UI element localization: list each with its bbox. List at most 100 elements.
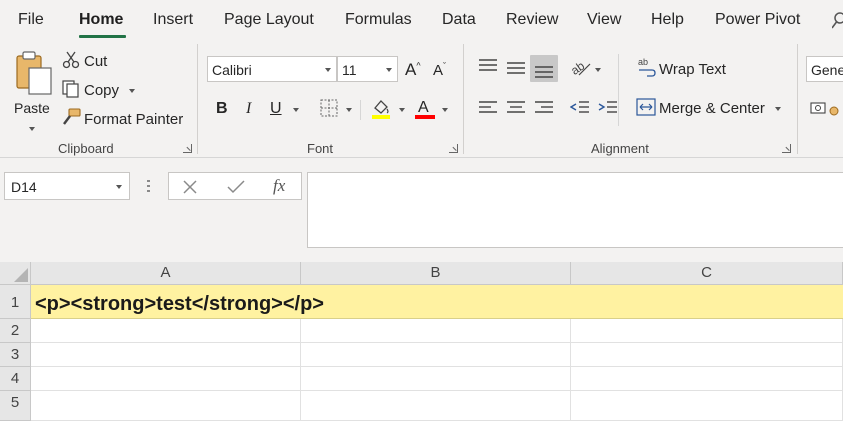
clipboard-launcher-icon[interactable]: [183, 144, 192, 153]
svg-text:A: A: [418, 99, 429, 116]
font-color-icon[interactable]: A: [414, 97, 436, 119]
row-header-2[interactable]: 2: [0, 319, 31, 343]
tab-data[interactable]: Data: [442, 11, 476, 29]
borders-icon[interactable]: [320, 99, 338, 117]
align-right-icon[interactable]: [534, 100, 554, 116]
top-align-icon[interactable]: [478, 58, 498, 74]
fill-color-icon[interactable]: [371, 97, 391, 119]
orientation-dropdown-icon[interactable]: [595, 68, 601, 72]
divider: [360, 100, 361, 120]
row-header-1[interactable]: 1: [0, 285, 31, 319]
decrease-indent-icon[interactable]: [570, 100, 590, 116]
tab-formulas[interactable]: Formulas: [345, 11, 412, 29]
worksheet-grid: A B C 1 2 3 4 5 <p><strong>test</strong>…: [0, 262, 843, 421]
cell-c2[interactable]: [571, 319, 843, 343]
cell-b1[interactable]: [301, 285, 571, 319]
ribbon: Paste Cut Copy Format Painter Clipboard …: [0, 40, 843, 158]
enter-check-icon[interactable]: [227, 180, 245, 194]
orientation-icon[interactable]: ab: [570, 58, 592, 78]
paste-icon: [16, 51, 52, 95]
merge-center-button[interactable]: Merge & Center: [659, 100, 765, 117]
tab-review[interactable]: Review: [506, 11, 558, 29]
font-group-label: Font: [307, 141, 334, 156]
group-divider: [197, 44, 198, 154]
cell-a1-value: <p><strong>test</strong></p>: [35, 293, 324, 315]
number-format-dropdown[interactable]: Gene: [806, 56, 843, 82]
wrap-text-icon: ab: [638, 57, 656, 77]
tab-file[interactable]: File: [18, 11, 44, 29]
tab-power-pivot[interactable]: Power Pivot: [715, 11, 800, 29]
font-color-dropdown-icon[interactable]: [442, 108, 448, 112]
format-painter-button[interactable]: Format Painter: [84, 111, 183, 128]
bold-icon[interactable]: B: [216, 100, 228, 118]
svg-text:ab: ab: [570, 58, 587, 77]
divider: [618, 54, 619, 126]
formula-tools: fx: [168, 172, 302, 200]
cell-b4[interactable]: [301, 367, 571, 391]
font-name-dropdown[interactable]: Calibri: [207, 56, 337, 82]
name-box[interactable]: D14: [4, 172, 130, 200]
decrease-font-size-icon[interactable]: Aˇ: [433, 61, 446, 79]
row-header-5[interactable]: 5: [0, 391, 31, 421]
italic-icon[interactable]: I: [246, 100, 251, 118]
select-all-button[interactable]: [0, 262, 31, 285]
underline-icon[interactable]: U: [270, 100, 282, 118]
chevron-down-icon: [325, 68, 331, 72]
column-header-a[interactable]: A: [31, 262, 301, 285]
merge-center-dropdown-icon[interactable]: [775, 107, 781, 111]
cell-c5[interactable]: [571, 391, 843, 421]
cell-a4[interactable]: [31, 367, 301, 391]
increase-font-size-icon[interactable]: A^: [405, 60, 421, 80]
accounting-format-icon[interactable]: [810, 100, 843, 118]
tab-home[interactable]: Home: [79, 11, 123, 29]
tab-help[interactable]: Help: [651, 11, 684, 29]
cell-a2[interactable]: [31, 319, 301, 343]
align-left-icon[interactable]: [478, 100, 498, 116]
copy-dropdown-icon[interactable]: [129, 89, 135, 93]
column-header-c[interactable]: C: [571, 262, 843, 285]
copy-button[interactable]: Copy: [84, 82, 119, 99]
cell-b3[interactable]: [301, 343, 571, 367]
menu-bar: File Home Insert Page Layout Formulas Da…: [0, 0, 843, 40]
cell-a3[interactable]: [31, 343, 301, 367]
group-divider: [797, 44, 798, 154]
fill-color-dropdown-icon[interactable]: [399, 108, 405, 112]
wrap-text-button[interactable]: Wrap Text: [659, 61, 726, 78]
bottom-align-button[interactable]: [530, 55, 558, 82]
align-center-icon[interactable]: [506, 100, 526, 116]
paste-button[interactable]: Paste: [10, 48, 56, 131]
tab-view[interactable]: View: [587, 11, 621, 29]
font-launcher-icon[interactable]: [449, 144, 458, 153]
cut-button[interactable]: Cut: [84, 53, 107, 70]
alignment-launcher-icon[interactable]: [782, 144, 791, 153]
font-size-value: 11: [342, 62, 357, 78]
clipboard-group-label: Clipboard: [58, 141, 114, 156]
row-header-3[interactable]: 3: [0, 343, 31, 367]
underline-dropdown-icon[interactable]: [293, 108, 299, 112]
cell-c4[interactable]: [571, 367, 843, 391]
svg-text:ab: ab: [638, 57, 648, 67]
name-box-value: D14: [11, 179, 37, 195]
cell-c1[interactable]: [571, 285, 843, 319]
middle-align-icon[interactable]: [506, 60, 526, 76]
insert-function-icon[interactable]: fx: [273, 176, 285, 196]
cancel-icon[interactable]: [183, 180, 197, 194]
drag-handle-icon[interactable]: [147, 180, 150, 194]
font-size-dropdown[interactable]: 11: [337, 56, 398, 82]
paste-dropdown-icon[interactable]: [29, 127, 35, 131]
cell-b5[interactable]: [301, 391, 571, 421]
tab-insert[interactable]: Insert: [153, 11, 193, 29]
cell-c3[interactable]: [571, 343, 843, 367]
cell-a5[interactable]: [31, 391, 301, 421]
formula-input[interactable]: [307, 172, 843, 248]
bottom-align-icon: [535, 66, 553, 78]
column-header-b[interactable]: B: [301, 262, 571, 285]
tab-page-layout[interactable]: Page Layout: [224, 11, 314, 29]
formula-bar: D14 fx: [0, 158, 843, 262]
search-icon[interactable]: [832, 11, 843, 31]
chevron-down-icon: [116, 185, 122, 189]
increase-indent-icon[interactable]: [598, 100, 618, 116]
row-header-4[interactable]: 4: [0, 367, 31, 391]
borders-dropdown-icon[interactable]: [346, 108, 352, 112]
cell-b2[interactable]: [301, 319, 571, 343]
